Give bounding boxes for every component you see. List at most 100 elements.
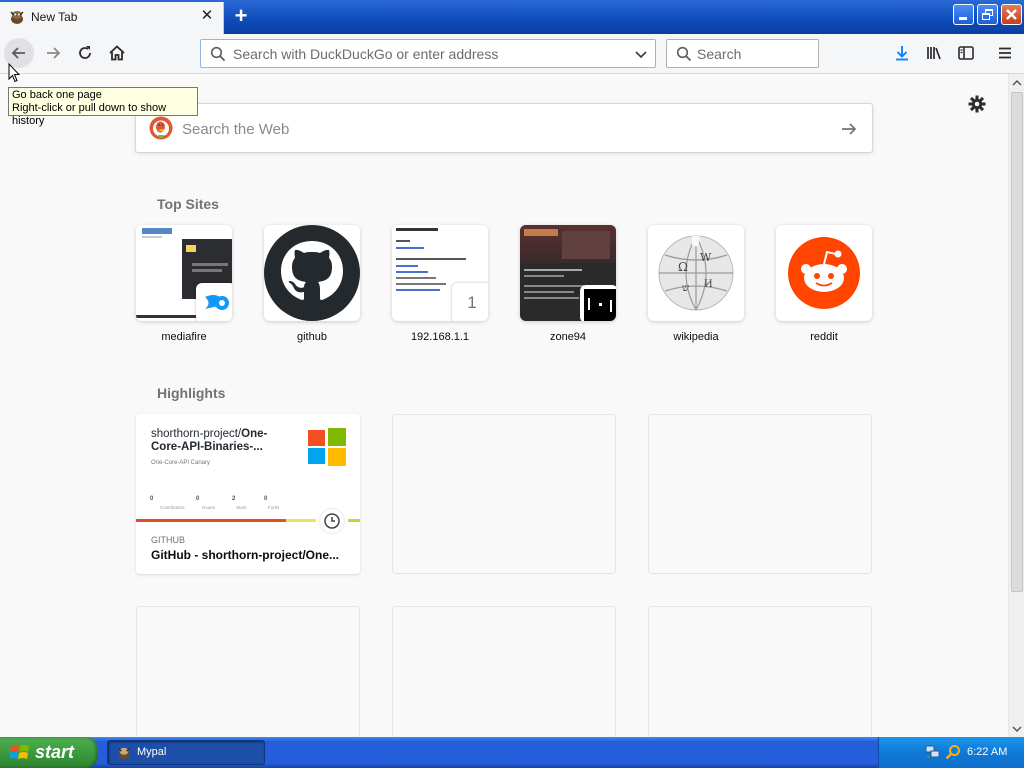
top-site-label: github [297,331,327,343]
repo-stats: 0 Contributors 0 Issues 2 Stars 0 Forks [150,496,280,510]
top-site-tile[interactable]: mediafire [136,225,232,343]
library-button[interactable] [919,38,949,68]
search-icon [676,46,692,62]
windows-logo-icon [308,428,346,466]
highlight-repo-title: shorthorn-project/One- Core-API-Binaries… [151,428,291,454]
tile-badge: 1 [452,283,488,321]
settings-gear-icon[interactable] [967,94,987,114]
wikipedia-globe-icon: Ω W И ש [658,235,734,311]
close-window-button[interactable] [1001,4,1022,25]
back-arrow-icon [11,47,25,59]
wikipedia-thumbnail: Ω W И ש [648,225,744,321]
home-icon [109,45,125,61]
start-button[interactable]: start [0,737,98,768]
search-go-arrow-icon[interactable] [840,120,858,138]
mouse-cursor-icon [8,63,20,83]
back-button-tooltip: Go back one page Right-click or pull dow… [8,87,198,127]
tab-title: New Tab [31,10,78,24]
tooltip-line-2: Right-click or pull down to show history [12,102,167,127]
close-x-icon [1006,9,1017,20]
minimize-button[interactable] [953,4,974,25]
system-tray: 6:22 AM [878,737,1024,768]
hamburger-menu-icon [999,47,1011,59]
zone94-logo-icon [584,289,616,321]
search-input[interactable] [697,44,812,64]
sidebar-icon [958,46,974,60]
reload-button[interactable] [70,38,100,68]
zone94-thumbnail [520,225,616,321]
top-site-tile[interactable]: Ω W И ש wikipedia [648,225,744,343]
address-input[interactable] [233,44,623,64]
repo-name-line1: One- [241,428,268,440]
vertical-scrollbar[interactable] [1008,74,1024,737]
router-page-thumbnail: 1 [392,225,488,321]
home-button[interactable] [102,38,132,68]
repo-name-line2: Core-API-Binaries-... [151,441,263,453]
svg-text:Ω: Ω [678,260,688,274]
menu-button[interactable] [990,38,1020,68]
top-site-label: mediafire [161,331,207,343]
downloads-button[interactable] [887,38,917,68]
tab-new-tab[interactable]: New Tab ✕ [0,2,224,34]
mediafire-logo-icon [205,295,229,310]
svg-text:ש: ש [682,283,689,294]
search-tray-icon[interactable] [945,744,961,760]
mypal-app-icon [118,747,130,760]
reload-icon [79,46,91,59]
repo-description: One-Core-API Canary [151,460,211,466]
windows-flag-icon [10,745,29,759]
tab-close-icon[interactable]: ✕ [199,7,215,25]
highlight-title: GitHub - shorthorn-project/One... [151,548,339,562]
sidebar-button[interactable] [951,38,981,68]
highlight-placeholder [648,414,872,574]
restore-button[interactable] [977,4,998,25]
scroll-up-arrow-icon[interactable] [1012,78,1022,88]
top-site-label: zone94 [549,331,587,343]
web-search-input[interactable] [182,118,822,140]
top-sites-heading: Top Sites [157,196,219,212]
top-site-tile[interactable]: github [264,225,360,343]
navigation-toolbar [0,34,1024,74]
github-logo-icon [264,225,360,321]
top-site-tile[interactable]: zone94 [520,225,616,343]
highlight-placeholder [136,606,360,737]
top-site-tile[interactable]: reddit [776,225,872,343]
search-icon [210,46,226,62]
top-site-label: reddit [810,331,838,343]
download-icon [896,46,908,61]
highlight-card[interactable]: shorthorn-project/One- Core-API-Binaries… [136,414,360,574]
highlight-source: GITHUB [151,535,186,545]
taskbar-app-label: Mypal [137,746,167,758]
reddit-logo-icon [788,237,860,309]
web-search-box[interactable] [135,103,873,153]
new-tab-button[interactable]: + [228,4,254,30]
windows-taskbar: start Mypal 6:22 AM [0,737,1024,768]
top-site-tile[interactable]: 1 192.168.1.1 [392,225,488,343]
github-thumbnail [264,225,360,321]
forward-button[interactable] [38,38,68,68]
top-site-label: 192.168.1.1 [410,331,470,343]
svg-text:W: W [700,251,712,264]
network-icon[interactable] [925,745,941,759]
highlights-heading: Highlights [157,385,226,401]
repo-owner: shorthorn-project/ [151,428,242,440]
mediafire-thumbnail [136,225,232,321]
mypal-favicon-icon [10,11,24,24]
search-bar[interactable] [666,39,819,68]
highlight-placeholder [392,414,616,574]
reddit-thumbnail [776,225,872,321]
highlight-placeholder [648,606,872,737]
tab-strip: New Tab ✕ + [0,0,1024,34]
start-label: start [35,742,75,762]
forward-arrow-icon [47,47,61,59]
chevron-down-icon[interactable] [634,47,648,61]
highlight-placeholder [392,606,616,737]
new-tab-page: Top Sites mediafire github [0,74,1008,737]
address-bar[interactable] [200,39,656,68]
scroll-down-arrow-icon[interactable] [1012,724,1022,734]
tooltip-line-1: Go back one page [12,89,102,101]
taskbar-app-mypal[interactable]: Mypal [107,740,265,765]
taskbar-clock: 6:22 AM [967,746,1008,758]
scrollbar-thumb[interactable] [1011,92,1023,592]
library-icon [927,47,941,60]
